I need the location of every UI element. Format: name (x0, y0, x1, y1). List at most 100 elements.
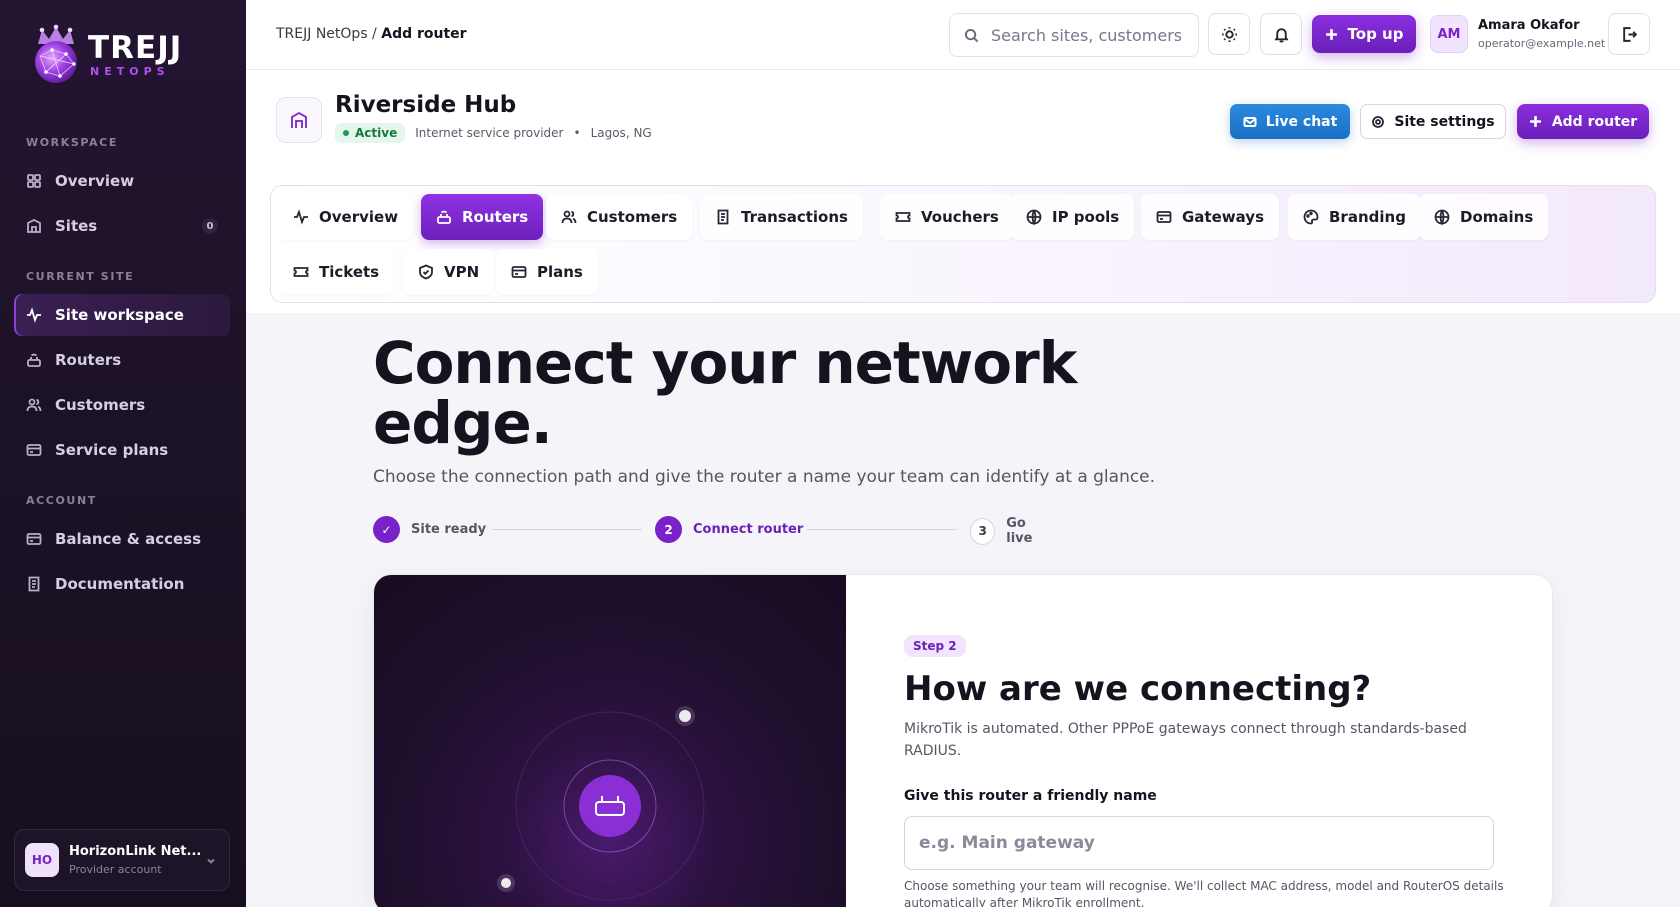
tab-plans[interactable]: Plans (496, 249, 598, 295)
tab-branding[interactable]: Branding (1288, 194, 1421, 240)
step-site-ready: ✓ Site ready (373, 516, 486, 543)
page-subtitle: Choose the connection path and give the … (373, 467, 1156, 487)
sidebar-item-balance-access[interactable]: Balance & access (14, 518, 230, 560)
site-header: Riverside Hub Active Internet service pr… (246, 70, 1680, 313)
tab-overview[interactable]: Overview (278, 194, 414, 240)
status-badge: Active (335, 123, 406, 143)
chevron-down-icon (207, 858, 215, 864)
tab-gateways[interactable]: Gateways (1141, 194, 1280, 240)
building-icon (27, 218, 41, 233)
router-name-form: Step 2 How are we connecting? MikroTik i… (846, 575, 1552, 907)
sidebar-item-service-plans[interactable]: Service plans (14, 429, 230, 471)
plus-icon (1325, 28, 1337, 40)
site-settings-label: Site settings (1394, 113, 1495, 130)
provider-account-switcher[interactable]: HO HorizonLink Net... Provider account (14, 829, 230, 891)
section-label-account: ACCOUNT (26, 494, 97, 507)
ticket-icon (895, 212, 911, 222)
tab-vouchers[interactable]: Vouchers (880, 194, 1014, 240)
router-icon (27, 353, 41, 367)
plus-icon (1529, 116, 1541, 127)
form-description: MikroTik is automated. Other PPPoE gatew… (904, 721, 1467, 759)
tab-label: Vouchers (921, 208, 999, 226)
sidebar-item-label: Balance & access (55, 530, 202, 548)
search-box[interactable] (949, 13, 1199, 57)
globe-icon (1026, 209, 1042, 225)
sidebar-item-label: Customers (55, 396, 146, 414)
user-menu[interactable]: AM Amara Okafor operator@example.net (1430, 15, 1605, 53)
step-label: Go live (1006, 516, 1033, 546)
card-icon (1156, 211, 1172, 223)
globe-icon (1434, 209, 1450, 225)
add-router-button[interactable]: Add router (1517, 104, 1649, 139)
sidebar-item-sites[interactable]: Sites 0 (14, 205, 230, 247)
breadcrumb-current: Add router (381, 26, 467, 42)
sidebar-item-site-workspace[interactable]: Site workspace (14, 294, 230, 336)
ticket-icon (293, 267, 309, 277)
sidebar-item-customers[interactable]: Customers (14, 384, 230, 426)
wallet-icon (26, 533, 42, 545)
brand-wordmark: TREJJ (88, 30, 183, 66)
avatar: AM (1430, 15, 1468, 53)
top-up-label: Top up (1347, 25, 1404, 43)
step-connect-router: 2 Connect router (655, 516, 803, 543)
site-name: Riverside Hub (335, 92, 517, 118)
sign-out-button[interactable] (1608, 13, 1650, 55)
account-type: Provider account (69, 863, 162, 876)
sidebar-item-label: Overview (55, 172, 135, 190)
tab-label: Customers (587, 208, 678, 226)
tab-label: VPN (444, 263, 480, 281)
network-illustration (374, 575, 846, 907)
site-location: Lagos, NG (590, 126, 652, 140)
tab-transactions[interactable]: Transactions (700, 194, 863, 240)
users-icon (26, 398, 42, 412)
connect-router-card: Step 2 How are we connecting? MikroTik i… (373, 574, 1553, 907)
sidebar-item-routers[interactable]: Routers (14, 339, 230, 381)
tab-label: Overview (319, 208, 399, 226)
user-name: Amara Okafor (1478, 18, 1580, 33)
tab-customers[interactable]: Customers (546, 194, 693, 240)
status-label: Active (355, 126, 398, 140)
theme-toggle-button[interactable] (1208, 13, 1250, 55)
tab-label: Branding (1329, 208, 1406, 226)
page-title-line-2: edge. (373, 389, 553, 457)
sidebar-item-label: Documentation (55, 575, 185, 593)
notifications-button[interactable] (1260, 13, 1302, 55)
tab-domains[interactable]: Domains (1419, 194, 1549, 240)
brand-logo[interactable]: TREJJ NETOPS (30, 24, 182, 86)
search-input[interactable] (991, 25, 1181, 45)
grid-icon (27, 174, 41, 188)
tab-label: Gateways (1182, 208, 1265, 226)
sidebar-item-documentation[interactable]: Documentation (14, 563, 230, 605)
sidebar-item-label: Sites (55, 217, 98, 235)
card-icon (26, 444, 42, 456)
sidebar-item-label: Site workspace (55, 306, 184, 324)
sidebar-item-label: Service plans (55, 441, 169, 459)
tab-tickets[interactable]: Tickets (278, 249, 395, 295)
step-go-live: 3 Go live (970, 516, 1053, 546)
breadcrumb-root[interactable]: TREJJ NetOps / (276, 26, 377, 42)
gear-icon (1372, 115, 1385, 128)
activity-icon (294, 209, 308, 225)
account-name: HorizonLink Net... (69, 844, 202, 859)
status-dot (343, 130, 349, 136)
tab-label: IP pools (1052, 208, 1120, 226)
sites-count-badge: 0 (202, 218, 218, 234)
tab-label: Transactions (741, 208, 848, 226)
users-icon (561, 210, 577, 224)
top-up-button[interactable]: Top up (1312, 15, 1416, 53)
tab-label: Routers (462, 208, 529, 226)
site-settings-button[interactable]: Site settings (1360, 104, 1506, 139)
bell-icon (1273, 27, 1289, 43)
step-connector (807, 529, 957, 530)
building-icon (291, 111, 307, 128)
live-chat-button[interactable]: Live chat (1230, 104, 1350, 139)
router-name-input[interactable] (904, 816, 1494, 870)
site-type: Internet service provider (415, 126, 564, 140)
tab-routers[interactable]: Routers (421, 194, 544, 240)
sidebar-item-overview[interactable]: Overview (14, 160, 230, 202)
tab-vpn[interactable]: VPN (403, 249, 495, 295)
step-label: Site ready (411, 522, 487, 537)
section-label-current-site: CURRENT SITE (26, 270, 135, 283)
tab-ip-pools[interactable]: IP pools (1011, 194, 1135, 240)
setup-stepper: ✓ Site ready 2 Connect router 3 Go live (373, 516, 1053, 546)
